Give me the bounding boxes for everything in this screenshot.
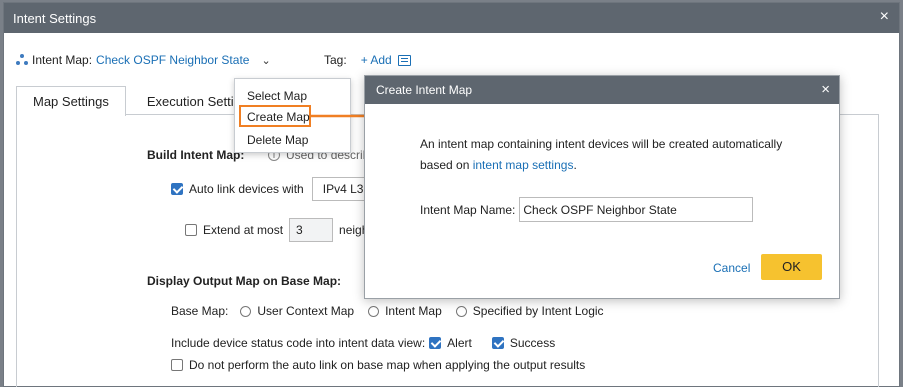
tab-map-settings[interactable]: Map Settings [16, 86, 126, 116]
modal-title: Create Intent Map [376, 83, 473, 97]
modal-header: Create Intent Map × [365, 76, 839, 104]
success-checkbox[interactable] [491, 337, 504, 349]
modal-description-suffix: . [573, 158, 577, 172]
build-intent-map-title: Build Intent Map: [147, 148, 245, 162]
intent-map-label: Intent Map: [32, 53, 93, 67]
base-map-row: Base Map: User Context Map Intent Map Sp… [171, 304, 604, 318]
display-output-title: Display Output Map on Base Map: [147, 274, 342, 288]
success-label: Success [509, 336, 556, 350]
dialog-title: Intent Settings [13, 10, 97, 26]
create-intent-map-modal: Create Intent Map × An intent map contai… [364, 75, 840, 299]
no-auto-link-row: Do not perform the auto link on base map… [171, 358, 585, 372]
intent-map-value[interactable]: Check OSPF Neighbor State [96, 53, 249, 67]
radio-specified-by-logic[interactable] [455, 305, 467, 317]
radio-user-context-map[interactable] [240, 305, 252, 317]
extend-count-input[interactable]: 3 [289, 218, 334, 242]
radio-user-context-map-label: User Context Map [257, 304, 355, 318]
intent-map-name-row: Intent Map Name: [420, 197, 754, 222]
intent-map-icon [16, 54, 28, 66]
alert-checkbox[interactable] [429, 337, 442, 349]
cancel-button[interactable]: Cancel [713, 261, 750, 275]
extend-checkbox[interactable] [185, 224, 197, 236]
modal-description-prefix: based on [420, 158, 473, 172]
menu-item-select-map[interactable]: Select Map [247, 89, 307, 103]
modal-description-line1: An intent map containing intent devices … [420, 137, 783, 151]
close-icon[interactable]: × [821, 81, 830, 98]
alert-label: Alert [447, 336, 472, 350]
close-icon[interactable]: × [880, 8, 889, 26]
intent-map-name-label: Intent Map Name: [420, 202, 516, 217]
include-status-label: Include device status code into intent d… [171, 336, 426, 350]
radio-specified-by-logic-label: Specified by Intent Logic [472, 304, 604, 318]
modal-description: An intent map containing intent devices … [420, 134, 800, 176]
modal-description-line2: based on intent map settings. [420, 155, 800, 176]
auto-link-checkbox[interactable] [171, 183, 183, 195]
intent-map-settings-link[interactable]: intent map settings [473, 158, 574, 172]
intent-map-row: Intent Map: Check OSPF Neighbor State ⌄ [16, 53, 271, 67]
no-auto-link-label: Do not perform the auto link on base map… [189, 358, 586, 372]
auto-link-row: Auto link devices with IPv4 L3 To [171, 177, 390, 201]
dialog-header: Intent Settings × [4, 3, 899, 33]
extend-row: Extend at most 3 neigh [185, 218, 368, 242]
base-map-label: Base Map: [171, 304, 229, 318]
no-auto-link-checkbox[interactable] [171, 359, 183, 371]
extend-label: Extend at most [203, 223, 284, 237]
intent-map-name-input[interactable] [519, 197, 754, 222]
chevron-down-icon[interactable]: ⌄ [261, 54, 270, 67]
tag-row: Tag: + Add [324, 53, 411, 67]
add-tag-link[interactable]: + Add [361, 53, 392, 67]
include-status-row: Include device status code into intent d… [171, 336, 555, 350]
ok-button[interactable]: OK [761, 254, 822, 280]
radio-intent-map[interactable] [368, 305, 380, 317]
tag-list-icon[interactable] [397, 54, 411, 66]
auto-link-label: Auto link devices with [189, 182, 304, 196]
menu-item-delete-map[interactable]: Delete Map [247, 133, 308, 147]
radio-intent-map-label: Intent Map [385, 304, 442, 318]
tag-label: Tag: [324, 53, 347, 67]
menu-item-create-map[interactable]: Create Map [247, 110, 310, 124]
